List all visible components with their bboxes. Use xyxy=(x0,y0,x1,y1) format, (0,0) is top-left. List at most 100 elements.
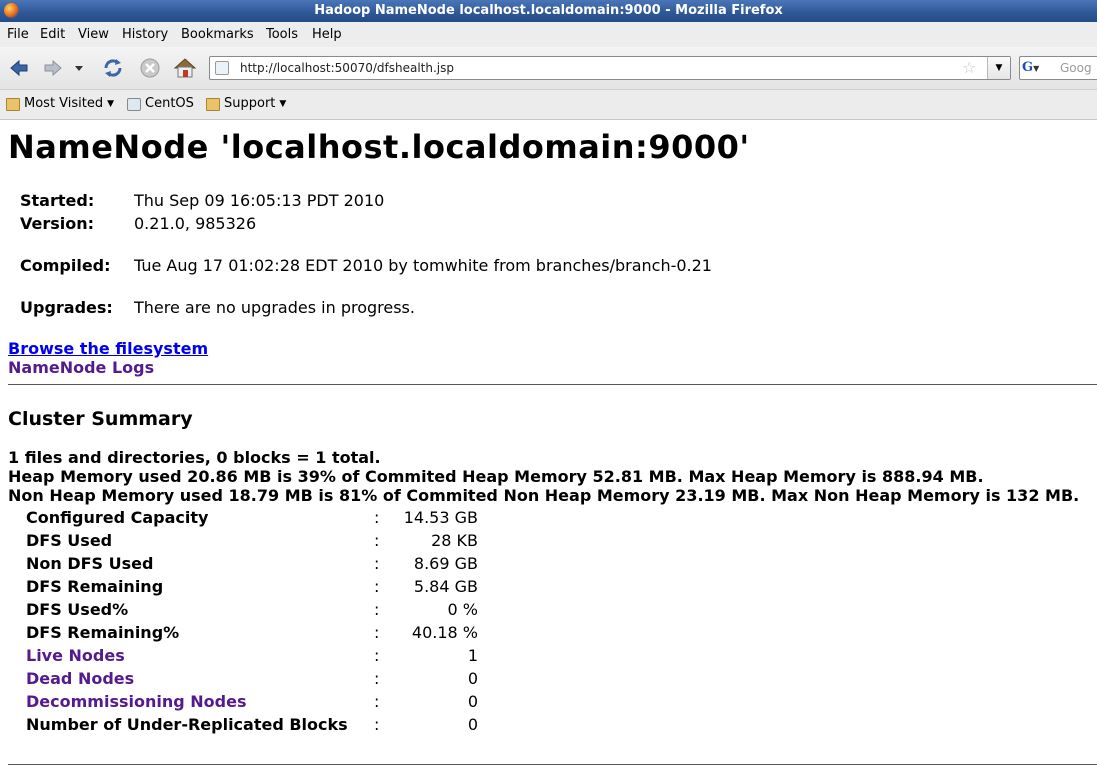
version-label: Version: xyxy=(20,214,95,233)
bookmark-label: CentOS xyxy=(145,96,194,111)
search-box[interactable]: G▼ Goog xyxy=(1019,56,1097,80)
url-bar[interactable]: http://localhost:50070/dfshealth.jsp ☆ ▼ xyxy=(209,56,1011,80)
row-separator: : xyxy=(374,669,380,688)
reload-icon xyxy=(104,59,122,77)
history-dropdown-button[interactable] xyxy=(70,55,88,81)
page-icon xyxy=(127,97,141,111)
menu-help[interactable]: Help xyxy=(312,22,342,47)
row-value: 1 xyxy=(467,646,478,665)
folder-icon xyxy=(206,97,220,111)
firefox-icon xyxy=(4,3,19,18)
divider xyxy=(8,764,1097,765)
menu-bookmarks[interactable]: Bookmarks xyxy=(181,22,254,47)
row-value: 0 xyxy=(467,692,478,711)
row-value: 0 xyxy=(467,715,478,734)
chevron-down-icon: ▼ xyxy=(107,99,115,109)
row-value: 0 % xyxy=(447,600,478,619)
bookmarks-toolbar: Most Visited ▼ CentOS Support ▼ xyxy=(0,90,1097,120)
row-label: DFS Remaining xyxy=(26,577,164,596)
home-button[interactable] xyxy=(172,55,198,81)
window-title: Hadoop NameNode localhost.localdomain:90… xyxy=(314,3,783,18)
url-input[interactable]: http://localhost:50070/dfshealth.jsp xyxy=(240,57,454,79)
table-row: Non DFS Used : 8.69 GB xyxy=(26,554,486,577)
menu-file[interactable]: File xyxy=(7,22,29,47)
started-label: Started: xyxy=(20,191,95,210)
navigation-toolbar: http://localhost:50070/dfshealth.jsp ☆ ▼… xyxy=(0,47,1097,90)
menu-bar: File Edit View History Bookmarks Tools H… xyxy=(0,22,1097,47)
table-row: DFS Used : 28 KB xyxy=(26,531,486,554)
chevron-down-icon: ▼ xyxy=(279,99,287,109)
page-content: NameNode 'localhost.localdomain:9000' St… xyxy=(0,120,1097,781)
decommissioning-nodes-link[interactable]: Decommissioning Nodes xyxy=(26,692,246,711)
upgrades-value: There are no upgrades in progress. xyxy=(134,298,415,317)
dead-nodes-link[interactable]: Dead Nodes xyxy=(26,669,134,688)
menu-view[interactable]: View xyxy=(78,22,109,47)
table-row: DFS Used% : 0 % xyxy=(26,600,486,623)
menu-history[interactable]: History xyxy=(122,22,168,47)
search-input[interactable]: Goog xyxy=(1060,57,1092,79)
compiled-value: Tue Aug 17 01:02:28 EDT 2010 by tomwhite… xyxy=(134,256,712,275)
page-title: NameNode 'localhost.localdomain:9000' xyxy=(8,128,750,166)
table-row: Configured Capacity : 14.53 GB xyxy=(26,508,486,531)
summary-nonheap-line: Non Heap Memory used 18.79 MB is 81% of … xyxy=(8,486,1080,505)
bookmark-most-visited[interactable]: Most Visited ▼ xyxy=(6,90,114,118)
table-row: DFS Remaining : 5.84 GB xyxy=(26,577,486,600)
folder-icon xyxy=(6,97,20,111)
row-label: Number of Under-Replicated Blocks xyxy=(26,715,348,734)
row-separator: : xyxy=(374,692,380,711)
forward-arrow-icon xyxy=(44,59,62,77)
table-row: Dead Nodes : 0 xyxy=(26,669,486,692)
window-titlebar: Hadoop NameNode localhost.localdomain:90… xyxy=(0,0,1097,22)
bookmark-centos[interactable]: CentOS xyxy=(127,90,194,118)
reload-button[interactable] xyxy=(100,55,126,81)
divider xyxy=(8,384,1097,385)
back-arrow-icon xyxy=(10,59,28,77)
page-favicon-icon xyxy=(215,61,229,75)
summary-heap-line: Heap Memory used 20.86 MB is 39% of Comm… xyxy=(8,467,984,486)
row-label: Non DFS Used xyxy=(26,554,154,573)
row-value: 5.84 GB xyxy=(413,577,478,596)
row-separator: : xyxy=(374,531,380,550)
row-separator: : xyxy=(374,600,380,619)
row-separator: : xyxy=(374,646,380,665)
row-separator: : xyxy=(374,508,380,527)
row-value: 28 KB xyxy=(431,531,478,550)
menu-tools[interactable]: Tools xyxy=(266,22,298,47)
row-value: 0 xyxy=(467,669,478,688)
row-value: 8.69 GB xyxy=(413,554,478,573)
table-row: Number of Under-Replicated Blocks : 0 xyxy=(26,715,486,738)
bookmark-label: Support xyxy=(224,96,276,111)
chevron-down-icon xyxy=(75,66,83,71)
browse-filesystem-link[interactable]: Browse the filesystem xyxy=(8,339,208,358)
bookmark-star-icon[interactable]: ☆ xyxy=(962,57,976,79)
menu-edit[interactable]: Edit xyxy=(40,22,65,47)
cluster-summary-heading: Cluster Summary xyxy=(8,408,193,430)
url-dropdown-button[interactable]: ▼ xyxy=(987,57,1010,79)
row-value: 40.18 % xyxy=(411,623,478,642)
stop-button[interactable] xyxy=(137,55,163,81)
row-label: Configured Capacity xyxy=(26,508,209,527)
row-label: DFS Used% xyxy=(26,600,129,619)
table-row: DFS Remaining% : 40.18 % xyxy=(26,623,486,646)
row-separator: : xyxy=(374,623,380,642)
row-value: 14.53 GB xyxy=(403,508,478,527)
row-separator: : xyxy=(374,554,380,573)
started-value: Thu Sep 09 16:05:13 PDT 2010 xyxy=(134,191,385,210)
bookmark-support[interactable]: Support ▼ xyxy=(206,90,286,118)
upgrades-label: Upgrades: xyxy=(20,298,113,317)
back-button[interactable] xyxy=(6,55,32,81)
compiled-label: Compiled: xyxy=(20,256,111,275)
row-separator: : xyxy=(374,577,380,596)
row-label: DFS Remaining% xyxy=(26,623,180,642)
google-engine-icon[interactable]: G▼ xyxy=(1022,59,1052,77)
live-nodes-link[interactable]: Live Nodes xyxy=(26,646,125,665)
forward-button[interactable] xyxy=(40,55,66,81)
namenode-logs-link[interactable]: NameNode Logs xyxy=(8,358,154,377)
version-value: 0.21.0, 985326 xyxy=(134,214,257,233)
stop-icon xyxy=(140,58,160,78)
summary-files-line: 1 files and directories, 0 blocks = 1 to… xyxy=(8,448,381,467)
table-row: Decommissioning Nodes : 0 xyxy=(26,692,486,715)
bookmark-label: Most Visited xyxy=(24,96,104,111)
row-label: DFS Used xyxy=(26,531,113,550)
table-row: Live Nodes : 1 xyxy=(26,646,486,669)
